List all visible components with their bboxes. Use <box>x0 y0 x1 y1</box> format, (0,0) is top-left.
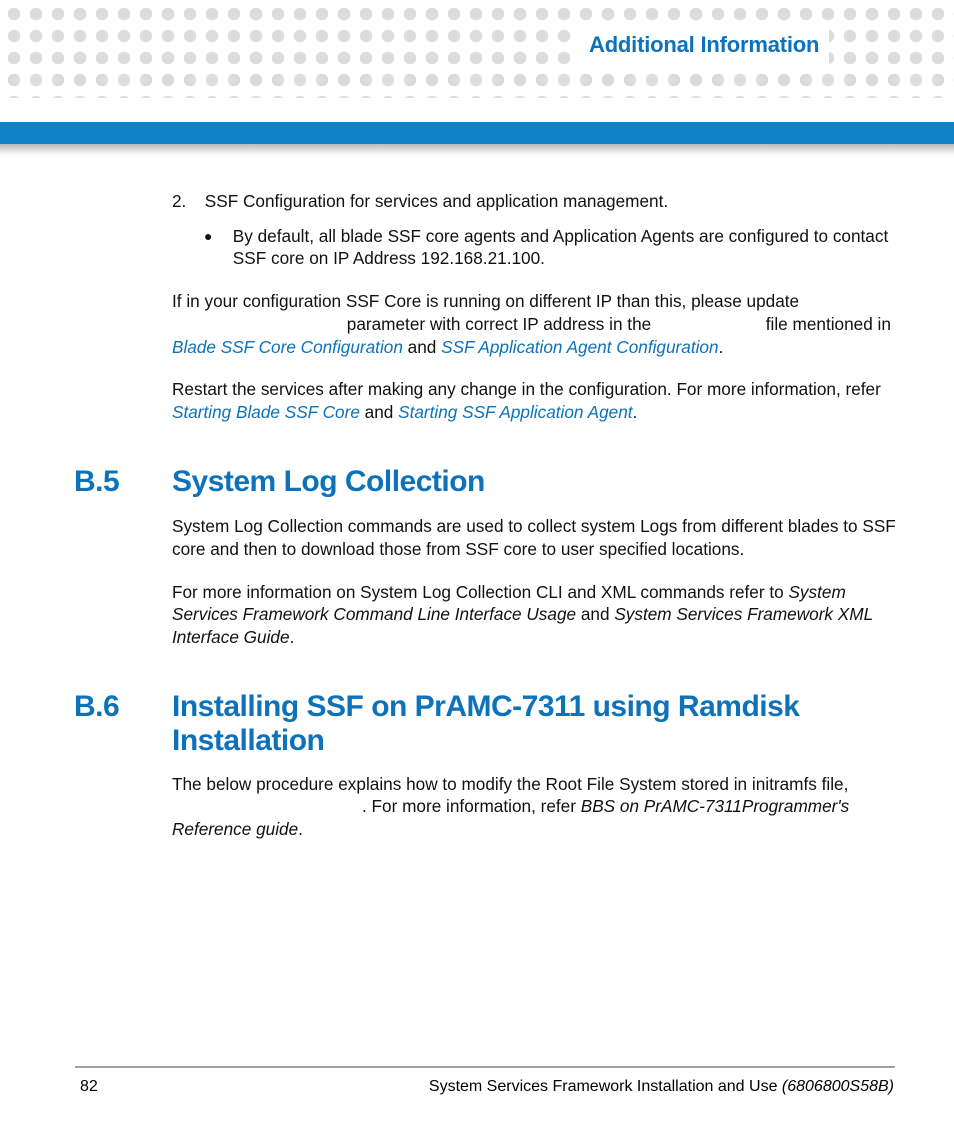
link-starting-blade-ssf-core[interactable]: Starting Blade SSF Core <box>172 402 360 422</box>
paragraph-config-note: If in your configuration SSF Core is run… <box>172 290 900 358</box>
section-heading-b5: B.5 System Log Collection <box>74 462 900 502</box>
paragraph: For more information on System Log Colle… <box>172 581 900 649</box>
text: and <box>365 402 398 422</box>
text: . <box>633 402 638 422</box>
text: and <box>408 337 441 357</box>
list-item-2: 2. SSF Configuration for services and ap… <box>172 190 900 213</box>
section-heading-b6: B.6 Installing SSF on PrAMC-7311 using R… <box>74 687 900 759</box>
page-number: 82 <box>80 1078 98 1096</box>
text: The below procedure explains how to modi… <box>172 774 848 794</box>
link-ssf-app-agent-config[interactable]: SSF Application Agent Configuration <box>441 337 718 357</box>
text: . For more information, refer <box>362 796 581 816</box>
paragraph-restart-note: Restart the services after making any ch… <box>172 378 900 423</box>
link-blade-ssf-core-config[interactable]: Blade SSF Core Configuration <box>172 337 403 357</box>
section-number: B.5 <box>74 462 172 502</box>
header-blue-bar <box>0 122 954 144</box>
section-number: B.6 <box>74 687 172 727</box>
chapter-title-box: Additional Information <box>575 28 829 64</box>
bullet-item: ● By default, all blade SSF core agents … <box>204 225 900 270</box>
link-starting-ssf-app-agent[interactable]: Starting SSF Application Agent <box>398 402 632 422</box>
text: . <box>719 337 724 357</box>
section-title: System Log Collection <box>172 465 485 500</box>
list-text: SSF Configuration for services and appli… <box>205 190 895 213</box>
section-body-b5: System Log Collection commands are used … <box>172 515 900 649</box>
section-title: Installing SSF on PrAMC-7311 using Ramdi… <box>172 690 900 759</box>
footer-title: System Services Framework Installation a… <box>429 1078 782 1095</box>
footer-text: System Services Framework Installation a… <box>429 1078 894 1096</box>
text: If in your configuration SSF Core is run… <box>172 291 799 311</box>
text: . <box>290 627 295 647</box>
text: . <box>298 819 303 839</box>
section-body-b6: The below procedure explains how to modi… <box>172 773 900 841</box>
text: Restart the services after making any ch… <box>172 379 881 399</box>
text: parameter with correct IP address in the <box>342 314 656 334</box>
list-number: 2. <box>172 190 200 213</box>
text: file mentioned in <box>761 314 891 334</box>
paragraph: System Log Collection commands are used … <box>172 515 900 560</box>
text: For more information on System Log Colle… <box>172 582 788 602</box>
footer-docid: (6806800S58B) <box>782 1078 894 1095</box>
bullet-text: By default, all blade SSF core agents an… <box>233 225 893 270</box>
footer-rule <box>75 1066 895 1068</box>
text: and <box>576 604 614 624</box>
page-content: 2. SSF Configuration for services and ap… <box>172 190 900 841</box>
header-gray-fade <box>0 144 954 158</box>
chapter-title: Additional Information <box>589 32 819 57</box>
paragraph: The below procedure explains how to modi… <box>172 773 900 841</box>
bullet-icon: ● <box>204 225 228 247</box>
